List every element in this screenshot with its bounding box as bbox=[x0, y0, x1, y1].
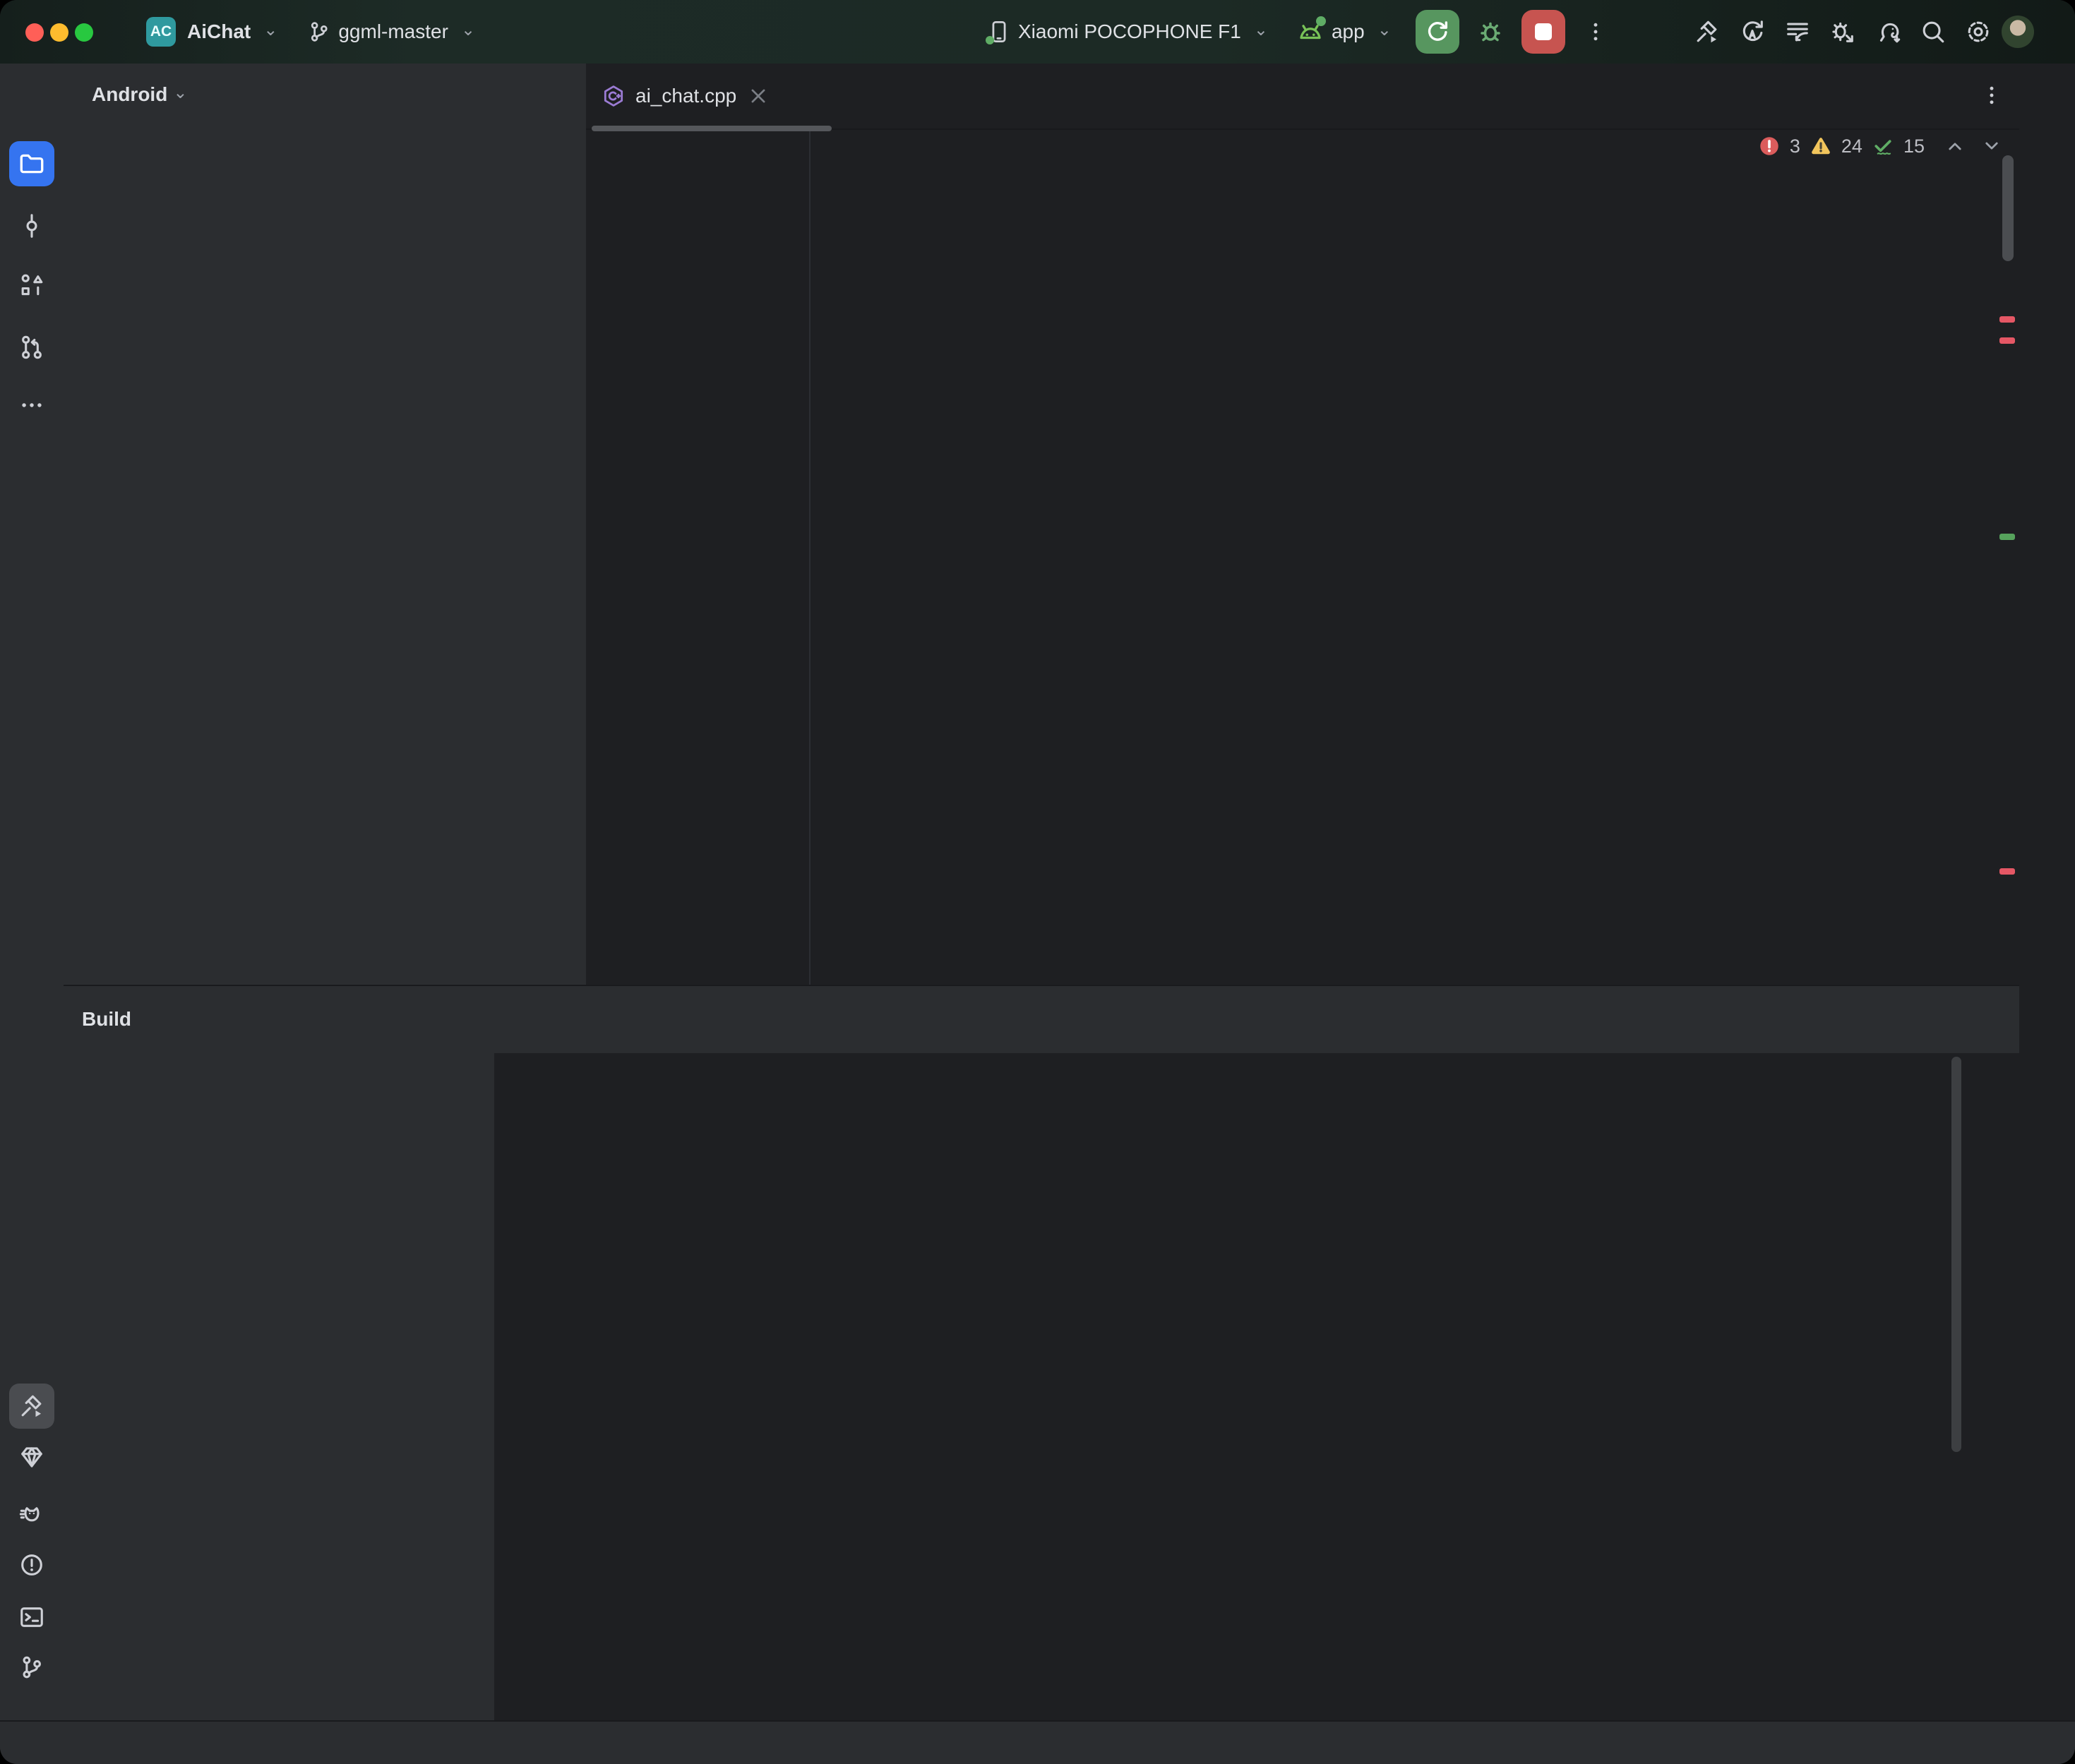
activity-structure-button[interactable] bbox=[9, 263, 54, 308]
sync-result-tree bbox=[126, 1052, 494, 1722]
device-online-dot bbox=[986, 36, 994, 44]
debug-app-button[interactable] bbox=[1476, 18, 1505, 46]
activity-more-horizontal-button[interactable] bbox=[9, 383, 54, 428]
gutter-separator bbox=[809, 131, 811, 985]
editor-tab-bar: ai_chat.cpp bbox=[586, 64, 2019, 130]
tool-problems-button[interactable] bbox=[9, 1542, 54, 1588]
problems-icon bbox=[18, 1552, 45, 1578]
pull-requests-icon bbox=[18, 334, 45, 361]
project-folder-icon bbox=[18, 150, 45, 177]
logcat-icon bbox=[18, 1501, 45, 1528]
project-panel-header: Android ⌄ bbox=[64, 64, 586, 126]
project-tree bbox=[64, 124, 586, 985]
structure-icon bbox=[18, 272, 45, 299]
more-vertical-icon[interactable] bbox=[1584, 20, 1608, 44]
warning-icon bbox=[1809, 134, 1833, 158]
more-vertical-icon[interactable] bbox=[1980, 83, 2004, 107]
android-icon bbox=[1296, 18, 1324, 46]
build-console bbox=[494, 1053, 2019, 1722]
error-stripe-mark[interactable] bbox=[1999, 337, 2015, 344]
build-tool-window: Build bbox=[64, 985, 2019, 1722]
build-panel-toolbar bbox=[73, 1052, 126, 1722]
sync-project-icon[interactable] bbox=[1739, 18, 1766, 45]
debug-bug-icon bbox=[1476, 18, 1505, 46]
user-avatar[interactable] bbox=[2002, 16, 2034, 48]
build-panel-header: Build bbox=[64, 986, 2019, 1052]
branch-icon bbox=[307, 20, 331, 44]
minimize-window-button[interactable] bbox=[50, 23, 68, 42]
stripe-mark-ok[interactable] bbox=[1999, 534, 2015, 540]
inspections-widget[interactable]: 3 24 15 bbox=[1757, 134, 2004, 158]
settings-gear-icon[interactable] bbox=[1965, 18, 1992, 45]
warning-count: 24 bbox=[1841, 136, 1862, 157]
error-stripe-mark[interactable] bbox=[1999, 868, 2015, 875]
device-selector[interactable]: Xiaomi POCOPHONE F1⌄ bbox=[987, 18, 1268, 46]
editor-scrollbar[interactable] bbox=[2002, 155, 2014, 261]
chevron-down-icon[interactable] bbox=[1980, 134, 2004, 158]
build-panel-title: Build bbox=[82, 1008, 131, 1031]
project-view-selector[interactable]: Android bbox=[92, 83, 167, 106]
tab-ai-chat-cpp[interactable]: ai_chat.cpp bbox=[602, 64, 770, 128]
project-panel: Android ⌄ bbox=[64, 64, 587, 985]
run-config-status-dot bbox=[1316, 16, 1326, 26]
window-controls bbox=[25, 23, 100, 45]
console-scrollbar[interactable] bbox=[1951, 1057, 1961, 1452]
gradle-sync-icon[interactable] bbox=[1874, 18, 1901, 45]
horizontal-scrollbar[interactable] bbox=[592, 126, 832, 131]
cpp-file-icon bbox=[602, 84, 626, 108]
tool-version-control-button[interactable] bbox=[9, 1645, 54, 1690]
stop-app-button[interactable] bbox=[1521, 10, 1565, 54]
chevron-up-icon[interactable] bbox=[1943, 134, 1967, 158]
error-badge-icon bbox=[1757, 134, 1781, 158]
terminal-icon bbox=[18, 1604, 45, 1631]
status-bar bbox=[0, 1720, 2075, 1764]
rerun-app-button[interactable] bbox=[1416, 10, 1459, 54]
tool-logcat-button[interactable] bbox=[9, 1492, 54, 1537]
activity-pull-requests-button[interactable] bbox=[9, 325, 54, 370]
search-everywhere-icon[interactable] bbox=[1920, 18, 1947, 45]
tool-build-tool-button[interactable] bbox=[9, 1384, 54, 1429]
close-window-button[interactable] bbox=[25, 23, 44, 42]
tab-label: ai_chat.cpp bbox=[635, 85, 736, 107]
more-horizontal-icon bbox=[18, 392, 45, 419]
branch-selector[interactable]: ggml-master⌄ bbox=[307, 20, 475, 44]
run-configuration-selector[interactable]: app⌄ bbox=[1296, 18, 1392, 46]
chevron-down-icon: ⌄ bbox=[461, 20, 475, 40]
chevron-down-icon: ⌄ bbox=[1254, 20, 1268, 40]
app-insights-icon bbox=[18, 1444, 45, 1470]
activity-project-folder-button[interactable] bbox=[9, 141, 54, 186]
tool-app-insights-button[interactable] bbox=[9, 1434, 54, 1480]
chevron-down-icon: ⌄ bbox=[173, 83, 187, 103]
attach-debugger-icon[interactable] bbox=[1829, 18, 1856, 45]
passed-count: 15 bbox=[1903, 136, 1925, 157]
chevron-down-icon: ⌄ bbox=[1377, 20, 1392, 40]
device-phone-icon bbox=[987, 18, 1011, 46]
build-hammer-icon[interactable] bbox=[1694, 18, 1721, 45]
zoom-window-button[interactable] bbox=[75, 23, 93, 42]
build-tool-icon bbox=[18, 1393, 45, 1420]
commit-icon bbox=[18, 212, 45, 239]
project-logo: AC bbox=[146, 17, 176, 47]
activity-commit-button[interactable] bbox=[9, 203, 54, 248]
version-control-icon bbox=[18, 1654, 45, 1681]
stop-icon bbox=[1535, 23, 1552, 40]
rerun-icon bbox=[1425, 19, 1450, 44]
chevron-down-icon: ⌄ bbox=[263, 20, 277, 40]
error-stripe-mark[interactable] bbox=[1999, 316, 2015, 323]
profiler-icon[interactable] bbox=[1784, 18, 1811, 45]
editor: ai_chat.cpp 3 24 15 bbox=[586, 64, 2019, 985]
titlebar: AC AiChat⌄ ggml-master⌄ Xiaomi POCOPHONE… bbox=[0, 0, 2075, 64]
project-selector[interactable]: AiChat⌄ bbox=[187, 20, 277, 43]
check-icon bbox=[1871, 134, 1895, 158]
close-icon[interactable] bbox=[746, 84, 770, 108]
ide-window: AC AiChat⌄ ggml-master⌄ Xiaomi POCOPHONE… bbox=[0, 0, 2075, 1764]
error-count: 3 bbox=[1790, 136, 1800, 157]
tool-terminal-button[interactable] bbox=[9, 1595, 54, 1640]
left-activity-bar bbox=[0, 64, 65, 1720]
